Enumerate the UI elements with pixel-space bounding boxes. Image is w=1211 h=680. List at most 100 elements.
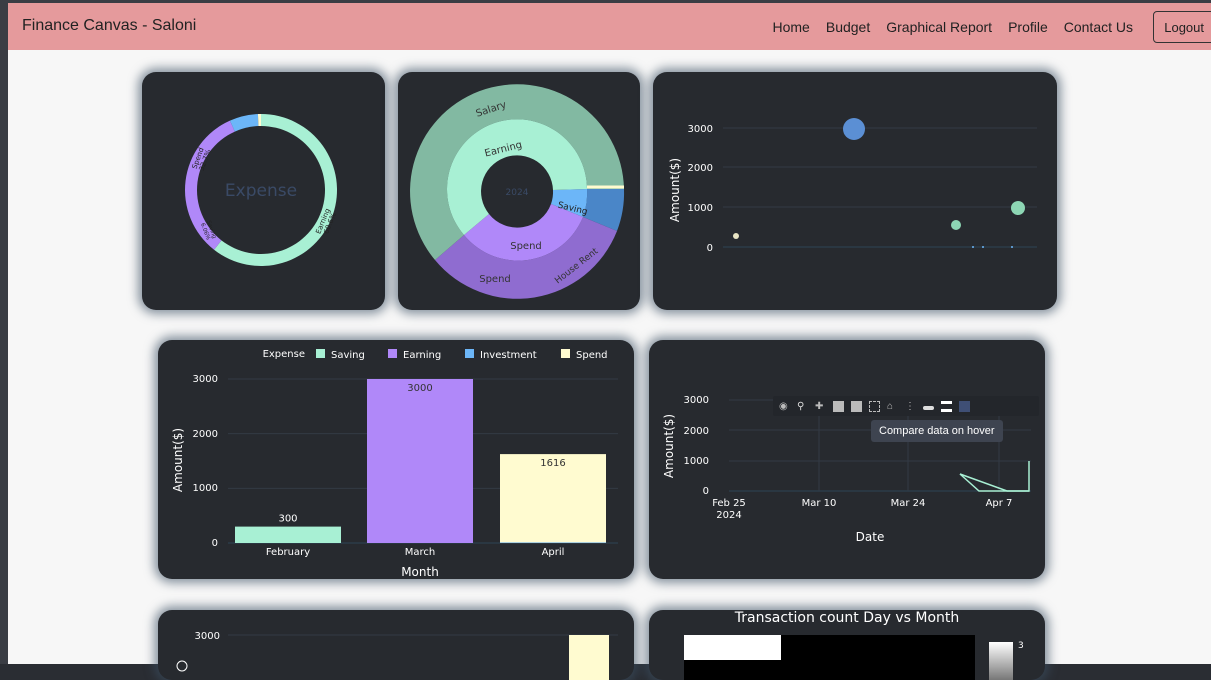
stacked-bar-chart-card-2: 3000 [158, 610, 634, 680]
donut-slice-other[interactable] [257, 114, 261, 127]
zoom-out-icon[interactable] [851, 400, 862, 412]
nav-graphical-report[interactable]: Graphical Report [886, 19, 992, 35]
bar-xtick-april: April [542, 547, 565, 558]
chart-modebar: ◉ ⚲ ✚ ⌂ ⋮ [773, 396, 1039, 416]
modebar-tooltip: Compare data on hover [871, 420, 1003, 442]
stacked-bar-chart-2[interactable]: 3000 [158, 610, 634, 680]
line-ytick: 2000 [684, 426, 709, 437]
line-ytick: 1000 [684, 456, 709, 467]
bubble-point[interactable] [733, 233, 739, 239]
bar-legend-swatch-spend [561, 349, 570, 358]
bar-ylabel: Amount($) [171, 428, 185, 492]
nav-profile[interactable]: Profile [1008, 19, 1048, 35]
bar-xlabel: Month [401, 565, 439, 579]
bar-data-label: 1616 [540, 458, 565, 469]
sunburst-center-label: 2024 [506, 188, 529, 198]
line-ytick: 0 [703, 486, 709, 497]
bar-ytick: 3000 [193, 374, 218, 385]
nav-links: Home Budget Graphical Report Profile Con… [773, 19, 1134, 35]
heatmap-colorbar [989, 642, 1013, 680]
bar-legend-label-investment[interactable]: Investment [480, 350, 537, 361]
bubble-ytick: 1000 [688, 203, 713, 214]
bar-ytick: 0 [212, 538, 218, 549]
bubble-ytick: 0 [707, 243, 713, 254]
sunburst-label-spend-outer: Spend [479, 274, 511, 285]
zoom-in-icon[interactable] [833, 400, 844, 412]
line-xtick: Apr 7 [986, 498, 1013, 509]
plotly-logo-icon[interactable] [959, 400, 970, 412]
bubble-chart[interactable]: 3000 2000 1000 0 Amount($) [653, 72, 1057, 310]
donut-slice-saving[interactable] [229, 114, 259, 132]
donut-chart-card: Expense Earning 60.6% Spend 32.7% Saving… [142, 72, 385, 310]
bubble-point[interactable] [843, 118, 865, 140]
sunburst-label-spend-inner: Spend [510, 241, 542, 252]
bar-legend-label-spend[interactable]: Spend [576, 350, 608, 361]
donut-chart[interactable]: Expense Earning 60.6% Spend 32.7% Saving… [142, 72, 385, 310]
bubble-point[interactable] [972, 246, 974, 248]
bar-legend-swatch-investment [465, 349, 474, 358]
sunburst-chart-card: 2024 Salary Earning Saving Spend Spend H… [398, 72, 640, 310]
bubble-chart-card: 3000 2000 1000 0 Amount($) [653, 72, 1057, 310]
bar2-bar-spend[interactable] [569, 635, 609, 680]
bar-chart[interactable]: Expense Saving Earning Investment Spend … [158, 340, 634, 579]
pan-icon[interactable]: ✚ [815, 401, 826, 412]
line-xtick: Mar 10 [802, 498, 837, 509]
hover-compare-icon[interactable] [941, 400, 952, 412]
spike-lines-icon[interactable]: ⋮ [905, 401, 916, 412]
heatmap-title: Transaction count Day vs Month [734, 610, 960, 626]
bar-data-label: 3000 [407, 383, 432, 394]
line-chart-card: 3000 2000 1000 0 Amount($) Feb 25 2024 M… [649, 340, 1045, 579]
home-icon[interactable]: ⌂ [887, 401, 898, 412]
brand-title[interactable]: Finance Canvas - Saloni [22, 17, 196, 35]
autoscale-icon[interactable] [869, 400, 880, 412]
line-xlabel: Date [856, 530, 885, 544]
bubble-ylabel: Amount($) [668, 158, 682, 222]
report-content: Expense Earning 60.6% Spend 32.7% Saving… [8, 50, 1211, 680]
line-chart[interactable]: 3000 2000 1000 0 Amount($) Feb 25 2024 M… [649, 340, 1045, 579]
line-xtick: Feb 25 [712, 498, 746, 509]
navbar: Finance Canvas - Saloni Home Budget Grap… [8, 0, 1211, 50]
heatmap-card: Transaction count Day vs Month 3 [649, 610, 1045, 680]
bar-legend-title: Expense [263, 349, 305, 360]
nav-home[interactable]: Home [773, 19, 810, 35]
nav-budget[interactable]: Budget [826, 19, 870, 35]
donut-center-label: Expense [225, 181, 297, 201]
sunburst-chart[interactable]: 2024 Salary Earning Saving Spend Spend H… [398, 72, 640, 310]
bar-february-saving[interactable] [235, 526, 341, 543]
line-ytick: 3000 [684, 395, 709, 406]
bar-legend-swatch-saving [316, 349, 325, 358]
heatmap-cell[interactable] [684, 660, 781, 680]
line-ylabel: Amount($) [662, 414, 676, 478]
bar-xtick-march: March [405, 547, 435, 558]
bar-legend-label-earning[interactable]: Earning [403, 350, 441, 361]
bubble-point[interactable] [982, 246, 984, 248]
bar-april-investment[interactable] [500, 542, 606, 543]
bar-march-earning[interactable] [367, 379, 473, 543]
line-xtick-year: 2024 [716, 510, 741, 521]
bar2-ylabel-partial [176, 660, 188, 672]
bubble-ytick: 3000 [688, 124, 713, 135]
bar-xtick-february: February [266, 547, 310, 558]
bar-chart-card: Expense Saving Earning Investment Spend … [158, 340, 634, 579]
bar-legend-label-saving[interactable]: Saving [331, 350, 365, 361]
camera-icon[interactable]: ◉ [779, 401, 790, 412]
bubble-point[interactable] [1011, 246, 1013, 248]
heatmap-chart[interactable]: Transaction count Day vs Month 3 [649, 610, 1045, 680]
heatmap-cell[interactable] [781, 635, 975, 680]
window-frame [0, 0, 8, 664]
heatmap-colorbar-tick: 3 [1018, 641, 1024, 651]
bubble-ytick: 2000 [688, 163, 713, 174]
bar-legend-swatch-earning [388, 349, 397, 358]
logout-button[interactable]: Logout [1153, 11, 1211, 43]
bar-ytick: 2000 [193, 429, 218, 440]
bubble-point[interactable] [951, 220, 961, 230]
line-xtick: Mar 24 [891, 498, 926, 509]
bar-data-label: 300 [278, 514, 297, 525]
bubble-point[interactable] [1011, 201, 1025, 215]
bar-ytick: 1000 [193, 483, 218, 494]
bar2-ytick: 3000 [195, 631, 220, 642]
hover-closest-icon[interactable] [923, 406, 934, 410]
heatmap-cell[interactable] [684, 635, 781, 660]
zoom-icon[interactable]: ⚲ [797, 401, 808, 412]
nav-contact-us[interactable]: Contact Us [1064, 19, 1133, 35]
